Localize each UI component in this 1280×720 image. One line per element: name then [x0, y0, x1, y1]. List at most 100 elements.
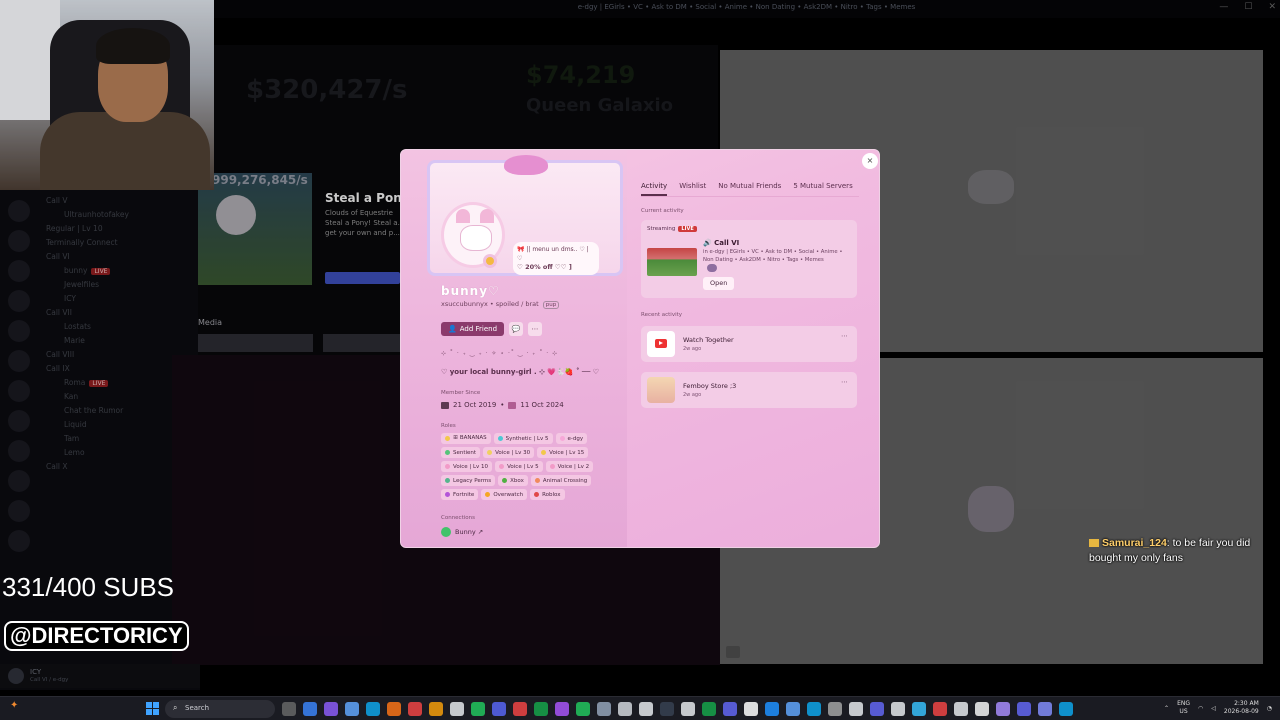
chat-message: Samurai_124: to be fair you did bought m…	[1089, 536, 1269, 566]
volume-icon[interactable]: ◁	[1211, 705, 1216, 712]
role-pill[interactable]: Voice | Lv 10	[441, 461, 493, 472]
add-friend-label: Add Friend	[459, 325, 498, 333]
taskbar-search[interactable]: ⌕ Search	[165, 700, 275, 718]
recent-activity-item[interactable]: Watch Together 2w ago ⋯	[641, 326, 857, 362]
role-pill[interactable]: Sentient	[441, 447, 481, 458]
taskbar-app-icon[interactable]	[597, 702, 611, 716]
more-options-icon[interactable]: ⋯	[841, 378, 849, 386]
taskbar-app-icon[interactable]	[828, 702, 842, 716]
taskbar-app-icon[interactable]	[639, 702, 653, 716]
taskbar-app-icon[interactable]	[345, 702, 359, 716]
taskbar-app-icon[interactable]	[555, 702, 569, 716]
taskbar: ✦ ⌕ Search ⌃ ENG US ◠ ◁ 2:30 AM 2026-08-…	[0, 696, 1280, 720]
role-pill[interactable]: e-dgy	[555, 433, 588, 444]
role-pill[interactable]: Voice | Lv 2	[545, 461, 594, 472]
recent-activity-item[interactable]: Femboy Store ;3 2w ago ⋯	[641, 372, 857, 408]
tab-activity[interactable]: Activity	[641, 182, 668, 196]
message-icon[interactable]: 💬	[509, 322, 524, 336]
tab-mutual-servers[interactable]: 5 Mutual Servers	[793, 182, 852, 196]
wifi-icon[interactable]: ◠	[1198, 705, 1203, 712]
role-color-dot	[559, 436, 565, 441]
taskbar-app-icon[interactable]	[954, 702, 968, 716]
role-pill[interactable]: Voice | Lv 5	[495, 461, 543, 472]
recent-title: Femboy Store ;3	[683, 382, 737, 390]
recent-title: Watch Together	[683, 336, 734, 344]
add-friend-button[interactable]: 👤 Add Friend	[441, 322, 505, 336]
taskbar-app-icon[interactable]	[786, 702, 800, 716]
role-pill[interactable]: Animal Crossing	[530, 475, 592, 486]
taskbar-app-icon[interactable]	[387, 702, 401, 716]
taskbar-app-icon[interactable]	[765, 702, 779, 716]
streamer-handle: @DIRECTORICY	[4, 621, 189, 651]
language-indicator[interactable]: ENG US	[1177, 700, 1190, 716]
role-name: Voice | Lv 2	[557, 463, 590, 470]
taskbar-app-icon[interactable]	[744, 702, 758, 716]
taskbar-app-icon[interactable]	[408, 702, 422, 716]
role-color-dot	[445, 464, 450, 469]
taskbar-app-icon[interactable]	[1059, 702, 1073, 716]
role-pill[interactable]: Xbox	[498, 475, 528, 486]
notification-icon[interactable]: ◔	[1267, 705, 1272, 712]
streaming-text: Streaming	[647, 226, 676, 232]
avatar-face	[460, 225, 492, 251]
taskbar-app-icon[interactable]	[807, 702, 821, 716]
more-icon[interactable]: ⋯	[528, 322, 543, 336]
call-subtitle: in e-dgy | EGirls • VC • Ask to DM • Soc…	[703, 249, 843, 263]
taskbar-app-icon[interactable]	[471, 702, 485, 716]
taskbar-app-icon[interactable]	[870, 702, 884, 716]
role-color-dot	[502, 478, 508, 483]
chevron-up-icon[interactable]: ⌃	[1164, 705, 1169, 712]
taskbar-app-icon[interactable]	[450, 702, 464, 716]
taskbar-app-icon[interactable]	[975, 702, 989, 716]
taskbar-app-icon[interactable]	[933, 702, 947, 716]
taskbar-app-icon[interactable]	[576, 702, 590, 716]
role-pill[interactable]: Overwatch	[481, 489, 528, 500]
role-pill[interactable]: Fortnite	[441, 489, 479, 500]
role-pill[interactable]: Legacy Perms	[441, 475, 496, 486]
participant-avatar	[707, 264, 717, 272]
role-name: Voice | Lv 30	[495, 449, 531, 456]
open-button[interactable]: Open	[703, 277, 735, 290]
taskbar-app-icon[interactable]	[429, 702, 443, 716]
role-color-dot	[534, 478, 540, 483]
tab-wishlist[interactable]: Wishlist	[679, 182, 706, 196]
tabs-divider	[641, 196, 859, 197]
username[interactable]: xsuccubunnyx	[441, 300, 488, 308]
clock[interactable]: 2:30 AM 2026-08-09	[1224, 700, 1259, 716]
tab-mutual-friends[interactable]: No Mutual Friends	[718, 182, 781, 196]
role-pill[interactable]: Voice | Lv 15	[537, 447, 589, 458]
taskbar-app-icon[interactable]	[534, 702, 548, 716]
taskbar-app-icon[interactable]	[1017, 702, 1031, 716]
taskbar-app-icon[interactable]	[492, 702, 506, 716]
taskbar-app-icon[interactable]	[681, 702, 695, 716]
connection-name: Bunny ↗	[455, 528, 484, 536]
taskbar-app-icon[interactable]	[366, 702, 380, 716]
stream-thumbnail[interactable]	[647, 248, 697, 276]
username-line: xsuccubunnyx • spoiled / brat pup	[441, 300, 560, 309]
role-pill[interactable]: Voice | Lv 30	[483, 447, 535, 458]
start-icon[interactable]	[146, 702, 159, 715]
role-pill[interactable]: Synthetic | Lv 5	[493, 433, 553, 444]
taskbar-app-icon[interactable]	[891, 702, 905, 716]
taskbar-app-icon[interactable]	[282, 702, 296, 716]
more-options-icon[interactable]: ⋯	[841, 332, 849, 340]
close-icon[interactable]: ×	[862, 153, 878, 169]
taskbar-app-icon[interactable]	[1038, 702, 1052, 716]
taskbar-app-icon[interactable]	[702, 702, 716, 716]
taskbar-app-icon[interactable]	[912, 702, 926, 716]
taskbar-app-icon[interactable]	[723, 702, 737, 716]
taskbar-app-icon[interactable]	[660, 702, 674, 716]
server-tag[interactable]: pup	[542, 301, 560, 309]
connection-spotify[interactable]: Bunny ↗	[441, 527, 483, 537]
pin-icon[interactable]: ✦	[10, 700, 18, 711]
taskbar-app-icon[interactable]	[618, 702, 632, 716]
taskbar-app-icon[interactable]	[324, 702, 338, 716]
taskbar-app-icon[interactable]	[849, 702, 863, 716]
taskbar-app-icon[interactable]	[513, 702, 527, 716]
connections-label: Connections	[441, 515, 475, 521]
taskbar-app-icon[interactable]	[996, 702, 1010, 716]
bio-text: ♡ your local bunny-girl . ⊹ 💗🐇🍓 ˚ ── ♡	[441, 368, 600, 376]
role-pill[interactable]: ꕥ BANANAS	[441, 433, 491, 444]
taskbar-app-icon[interactable]	[303, 702, 317, 716]
role-pill[interactable]: Roblox	[530, 489, 565, 500]
